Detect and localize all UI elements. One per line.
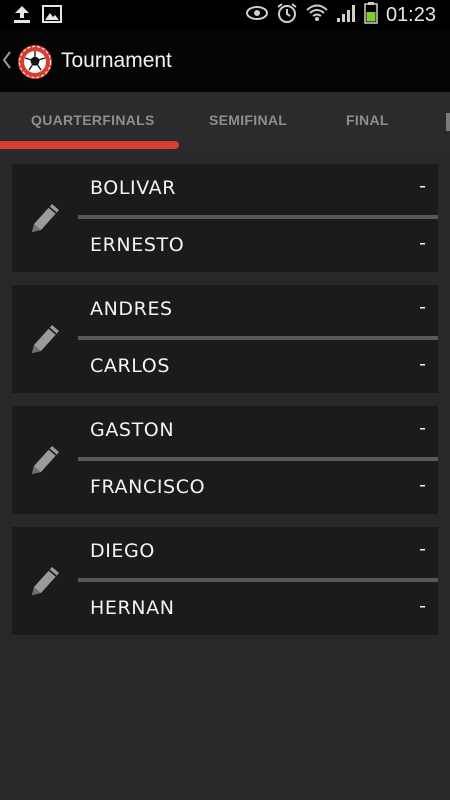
player-score: -	[419, 595, 426, 617]
battery-icon	[364, 2, 378, 29]
player-score: -	[419, 232, 426, 254]
player-score: -	[419, 538, 426, 560]
match-card: DIEGO - HERNAN -	[12, 527, 438, 635]
player-score: -	[419, 296, 426, 318]
back-chevron-icon[interactable]	[2, 50, 12, 75]
pencil-icon	[32, 567, 59, 595]
signal-icon	[336, 3, 356, 28]
player-name: ERNESTO	[90, 234, 185, 256]
app-title: Tournament	[61, 49, 172, 72]
row-divider	[78, 336, 438, 340]
upload-icon	[12, 5, 32, 28]
player-score: -	[419, 474, 426, 496]
player-name: ANDRES	[90, 298, 173, 320]
status-bar: 01:23	[0, 0, 450, 30]
player-score: -	[419, 417, 426, 439]
player-row[interactable]: FRANCISCO -	[78, 463, 438, 513]
wifi-icon	[306, 3, 328, 28]
next-tab-edge	[446, 113, 450, 131]
action-bar: Tournament	[0, 30, 450, 92]
player-name: DIEGO	[90, 540, 155, 562]
edit-match-button[interactable]	[12, 164, 78, 272]
pencil-icon	[32, 446, 59, 474]
player-name: GASTON	[90, 419, 175, 441]
pencil-icon	[32, 325, 59, 353]
match-card: ANDRES - CARLOS -	[12, 285, 438, 393]
player-row[interactable]: CARLOS -	[78, 342, 438, 392]
active-tab-indicator	[0, 141, 179, 149]
match-card: BOLIVAR - ERNESTO -	[12, 164, 438, 272]
player-name: HERNAN	[90, 597, 175, 619]
player-name: BOLIVAR	[90, 177, 177, 199]
player-row[interactable]: ANDRES -	[78, 285, 438, 335]
soccer-ball-logo-icon[interactable]	[17, 44, 53, 85]
match-card: GASTON - FRANCISCO -	[12, 406, 438, 514]
edit-match-button[interactable]	[12, 406, 78, 514]
player-row[interactable]: HERNAN -	[78, 584, 438, 634]
player-row[interactable]: ERNESTO -	[78, 221, 438, 271]
alarm-icon	[276, 2, 298, 29]
row-divider	[78, 578, 438, 582]
player-row[interactable]: GASTON -	[78, 406, 438, 456]
player-row[interactable]: DIEGO -	[78, 527, 438, 577]
tab-quarterfinals[interactable]: QUARTERFINALS	[31, 112, 155, 128]
player-score: -	[419, 353, 426, 375]
pencil-icon	[32, 204, 59, 232]
tab-final[interactable]: FINAL	[346, 112, 389, 128]
player-name: CARLOS	[90, 355, 170, 377]
row-divider	[78, 457, 438, 461]
edit-match-button[interactable]	[12, 527, 78, 635]
status-time: 01:23	[385, 4, 436, 26]
player-row[interactable]: BOLIVAR -	[78, 164, 438, 214]
eye-icon	[245, 5, 268, 26]
player-score: -	[419, 175, 426, 197]
image-icon	[42, 5, 62, 28]
player-name: FRANCISCO	[90, 476, 206, 498]
row-divider	[78, 215, 438, 219]
edit-match-button[interactable]	[12, 285, 78, 393]
tab-semifinal[interactable]: SEMIFINAL	[209, 112, 287, 128]
